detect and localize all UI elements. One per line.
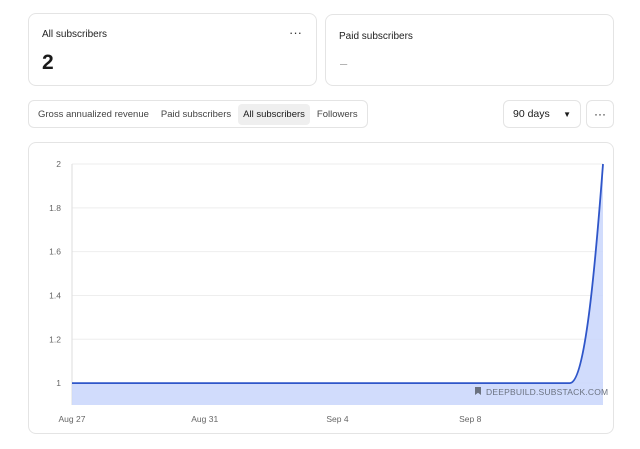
metric-tabs: Gross annualized revenue Paid subscriber…: [28, 100, 368, 128]
chart-area-fill: [72, 164, 603, 405]
paid-subscribers-value: –: [340, 56, 348, 71]
y-tick-label: 1.2: [49, 334, 61, 344]
x-tick-label: Aug 31: [191, 414, 218, 424]
tab-gross-annualized-revenue[interactable]: Gross annualized revenue: [33, 104, 154, 125]
more-options-icon[interactable]: ···: [289, 25, 302, 40]
date-range-value: 90 days: [513, 108, 550, 120]
paid-subscribers-title: Paid subscribers: [339, 31, 413, 42]
all-subscribers-card: All subscribers 2 ···: [28, 13, 317, 86]
y-tick-label: 1.6: [49, 247, 61, 257]
subscribers-chart-card: 1 1.2 1.4 1.6 1.8 2 Aug 27 Aug 31 Sep 4 Sep 8 DE…: [28, 142, 614, 434]
date-range-select[interactable]: 90 days ▼: [503, 100, 581, 128]
subscribers-chart: 1 1.2 1.4 1.6 1.8 2 Aug 27 Aug 31 Sep 4 Sep 8 DE…: [49, 159, 608, 424]
x-tick-label: Sep 8: [459, 414, 481, 424]
caret-down-icon: ▼: [563, 109, 571, 119]
chart-more-button[interactable]: ···: [586, 100, 614, 128]
y-tick-label: 1.4: [49, 290, 61, 300]
all-subscribers-title: All subscribers: [42, 29, 108, 40]
paid-subscribers-card: Paid subscribers –: [325, 14, 614, 86]
x-tick-label: Aug 27: [59, 414, 86, 424]
y-tick-label: 1: [56, 378, 61, 388]
y-tick-label: 1.8: [49, 203, 61, 213]
tab-all-subscribers[interactable]: All subscribers: [238, 103, 310, 125]
substack-watermark: DEEPBUILD.SUBSTACK.COM: [475, 387, 608, 397]
tab-followers[interactable]: Followers: [312, 104, 363, 125]
x-tick-label: Sep 4: [326, 414, 348, 424]
y-tick-label: 2: [56, 159, 61, 169]
watermark-text: DEEPBUILD.SUBSTACK.COM: [486, 387, 608, 397]
tab-paid-subscribers[interactable]: Paid subscribers: [156, 104, 236, 125]
chart-series-line: [72, 163, 604, 384]
all-subscribers-value: 2: [42, 51, 54, 74]
